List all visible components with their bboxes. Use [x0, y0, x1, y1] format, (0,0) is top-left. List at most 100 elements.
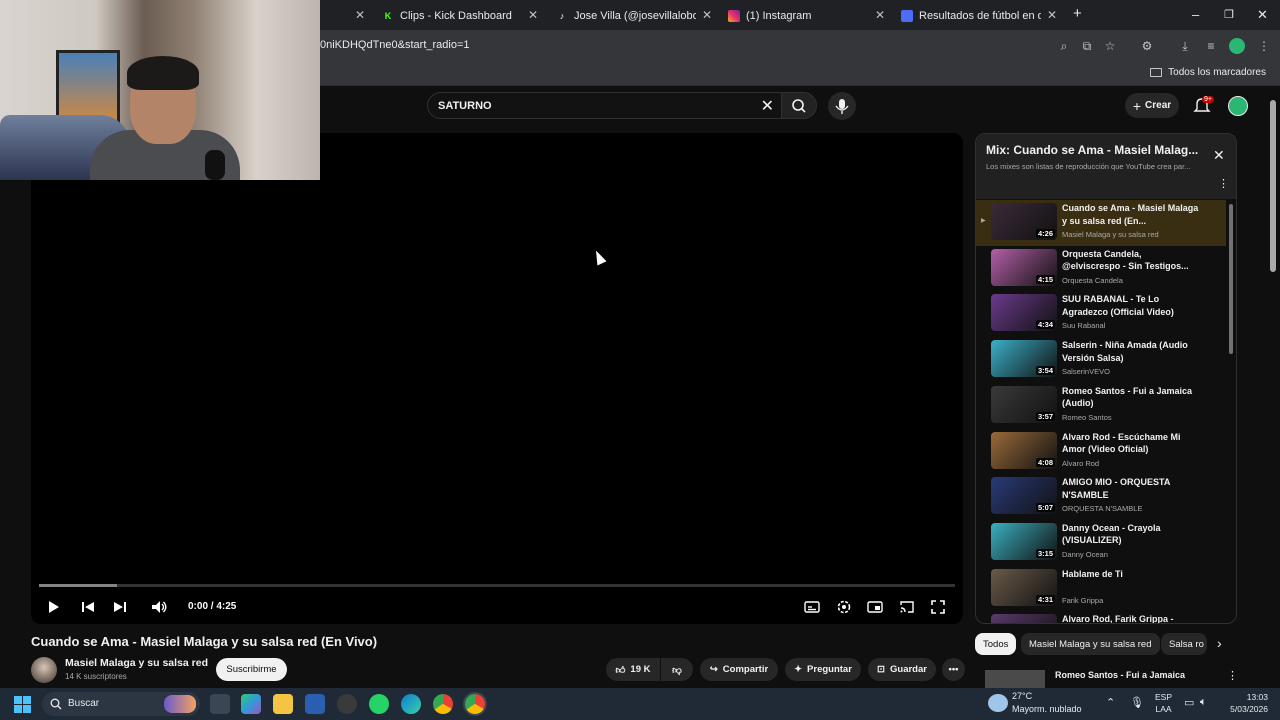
- chrome-icon[interactable]: [433, 694, 453, 714]
- previous-icon[interactable]: [79, 598, 97, 616]
- task-view-icon[interactable]: [210, 694, 230, 714]
- settings-gear-icon[interactable]: [835, 598, 853, 616]
- weather-widget[interactable]: 27°C Mayorm. nublado: [986, 691, 1091, 717]
- subtitles-icon[interactable]: [803, 598, 821, 616]
- system-clock[interactable]: 13:03 5/03/2026: [1212, 691, 1268, 715]
- search-box[interactable]: SATURNO ✕: [427, 92, 785, 119]
- chrome-active-icon[interactable]: [465, 694, 485, 714]
- playlist-item[interactable]: 3:15 Danny Ocean - Crayola (VISUALIZER) Da…: [976, 520, 1226, 566]
- media-icon[interactable]: ≡: [1203, 38, 1219, 54]
- playlist-item[interactable]: 4:34 SUU RABANAL - Te Lo Agradezco (Offic…: [976, 291, 1226, 337]
- whatsapp-icon[interactable]: [369, 694, 389, 714]
- playlist-item-channel: Alvaro Rod: [1062, 458, 1100, 468]
- close-playlist-icon[interactable]: ✕: [1213, 147, 1225, 164]
- related-video[interactable]: Romeo Santos - Fui a Jamaica ⋮: [975, 668, 1237, 688]
- progress-bar[interactable]: [39, 584, 955, 587]
- playlist-item[interactable]: ▶ 4:26 Cuando se Ama - Masiel Malaga y su …: [976, 200, 1226, 246]
- network-icon[interactable]: ▭: [1184, 696, 1194, 709]
- minimize-icon[interactable]: –: [1192, 7, 1199, 22]
- channel-avatar[interactable]: [31, 657, 57, 683]
- microphone-tray-icon[interactable]: 🎙︎: [1130, 696, 1144, 709]
- folder-icon: [1150, 68, 1163, 77]
- download-icon[interactable]: ⤓: [1177, 38, 1193, 54]
- menu-icon[interactable]: ⋮: [1256, 38, 1272, 54]
- search-input[interactable]: SATURNO: [438, 100, 492, 112]
- chip-all[interactable]: Todos: [975, 633, 1017, 655]
- save-button[interactable]: ⊡ Guardar: [868, 658, 936, 681]
- window-close-icon[interactable]: ✕: [1257, 7, 1268, 23]
- extensions-icon[interactable]: ⚙: [1139, 38, 1155, 54]
- related-thumbnail: [985, 670, 1045, 688]
- speaker-icon[interactable]: 🔈︎: [1200, 696, 1207, 709]
- playlist-duration: 3:15: [1035, 548, 1055, 558]
- playlist-item-title: SUU RABANAL - Te Lo Agradezco (Official …: [1062, 294, 1174, 317]
- file-explorer-icon[interactable]: [273, 694, 293, 714]
- zoom-icon[interactable]: ⌕: [1056, 38, 1072, 54]
- page-scrollbar[interactable]: [1270, 100, 1276, 272]
- tab-tiktok[interactable]: ♪ Jose Villa (@josevillalobos424): [556, 4, 696, 28]
- bookmark-star-icon[interactable]: ☆: [1102, 38, 1118, 54]
- playlist-item[interactable]: Alvaro Rod, Farik Grippa -: [976, 611, 1226, 623]
- tab-close-icon[interactable]: ✕: [528, 8, 538, 22]
- dislike-button[interactable]: 👎︎: [661, 658, 693, 681]
- obs-icon[interactable]: [337, 694, 357, 714]
- like-button[interactable]: 👍︎ 19 K: [606, 658, 660, 681]
- tab-scores[interactable]: Resultados de fútbol en directo: [901, 4, 1041, 28]
- next-icon[interactable]: [111, 598, 129, 616]
- windows-start-icon[interactable]: [14, 696, 31, 713]
- playlist-item[interactable]: 4:15 Orquesta Candela, @elviscrespo - Sin…: [976, 246, 1226, 292]
- all-bookmarks-button[interactable]: Todos los marcadores: [1150, 67, 1266, 78]
- search-button[interactable]: [781, 92, 817, 119]
- fullscreen-icon[interactable]: [929, 598, 947, 616]
- channel-name[interactable]: Masiel Malaga y su salsa red: [65, 657, 208, 669]
- new-tab-icon[interactable]: +: [1073, 5, 1082, 22]
- edge-icon[interactable]: [401, 694, 421, 714]
- playlist-scrollbar[interactable]: [1229, 204, 1233, 354]
- taskbar-search[interactable]: Buscar: [42, 692, 200, 716]
- related-menu-icon[interactable]: ⋮: [1227, 669, 1237, 682]
- share-label: Compartir: [722, 664, 769, 675]
- play-icon[interactable]: [44, 598, 62, 616]
- chip-salsa[interactable]: Salsa ro: [1161, 633, 1207, 655]
- playlist-menu-icon[interactable]: ⋮: [1218, 177, 1229, 190]
- tray-chevron-icon[interactable]: ⌃: [1106, 696, 1115, 709]
- store-icon[interactable]: [305, 694, 325, 714]
- playlist-item[interactable]: 3:54 Salserin - Niña Amada (Audio Versión…: [976, 337, 1226, 383]
- playlist-item[interactable]: 4:08 Alvaro Rod - Escúchame Mi Amor (Vide…: [976, 429, 1226, 475]
- playlist-item[interactable]: 4:31 Hablame de Ti Farik Grippa: [976, 566, 1226, 612]
- cast-icon[interactable]: [898, 598, 916, 616]
- tab-close-icon[interactable]: ✕: [702, 8, 712, 22]
- tab-label: Clips - Kick Dashboard: [400, 10, 512, 22]
- tab-close-icon[interactable]: ✕: [1047, 8, 1057, 22]
- chip-channel[interactable]: Masiel Malaga y su salsa red: [1021, 633, 1160, 655]
- miniplayer-icon[interactable]: [866, 598, 884, 616]
- share-button[interactable]: ↪ Compartir: [700, 658, 778, 681]
- scores-icon: [901, 10, 913, 22]
- profile-icon[interactable]: [1229, 38, 1245, 54]
- playlist-duration: 4:15: [1035, 274, 1055, 284]
- tab-close-icon[interactable]: ✕: [355, 8, 365, 22]
- language-indicator[interactable]: ESP LAA: [1155, 691, 1172, 715]
- playlist-title[interactable]: Mix: Cuando se Ama - Masiel Malag...: [986, 143, 1206, 157]
- restore-icon[interactable]: ❐: [1224, 8, 1234, 21]
- voice-search-button[interactable]: [828, 92, 856, 120]
- install-app-icon[interactable]: ⧉: [1079, 38, 1095, 54]
- tab-instagram[interactable]: (1) Instagram: [728, 4, 868, 28]
- playlist-item[interactable]: 3:57 Romeo Santos - Fui a Jamaica (Audio)…: [976, 383, 1226, 429]
- copilot-icon[interactable]: [241, 694, 261, 714]
- clear-search-icon[interactable]: ✕: [761, 96, 774, 116]
- save-label: Guardar: [890, 664, 927, 675]
- ask-button[interactable]: ✦ Preguntar: [785, 658, 861, 681]
- video-player[interactable]: 0:00 / 4:25: [31, 133, 963, 624]
- account-avatar[interactable]: [1228, 96, 1248, 116]
- tab-close-icon[interactable]: ✕: [875, 8, 885, 22]
- volume-icon[interactable]: [150, 598, 168, 616]
- url-text[interactable]: 0niKDHQdTne0&start_radio=1: [320, 39, 470, 51]
- chevron-right-icon[interactable]: ›: [1217, 635, 1222, 651]
- tab-kick[interactable]: K Clips - Kick Dashboard: [382, 4, 522, 28]
- tiktok-icon: ♪: [559, 11, 565, 21]
- more-actions-button[interactable]: •••: [942, 658, 965, 681]
- playlist-item[interactable]: 5:07 AMIGO MIO - ORQUESTA N'SAMBLE ORQUEST…: [976, 474, 1226, 520]
- create-button[interactable]: + Crear: [1125, 93, 1179, 118]
- subscribe-button[interactable]: Suscribirme: [216, 658, 287, 681]
